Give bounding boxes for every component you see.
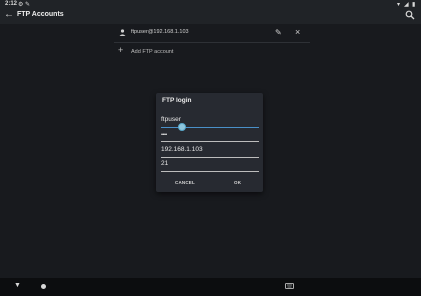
close-icon[interactable]: × xyxy=(295,27,300,37)
notification-icon: ✎ xyxy=(25,2,31,8)
app-bar: ← FTP Accounts xyxy=(0,8,421,24)
username-value: ftpuser xyxy=(161,116,181,123)
port-value: 21 xyxy=(161,160,169,167)
divider xyxy=(114,42,310,43)
signal-icon: ◢ xyxy=(404,2,409,8)
page-title: FTP Accounts xyxy=(17,11,64,18)
navigation-bar: ▼ xyxy=(0,278,421,296)
battery-icon: ▮ xyxy=(412,2,416,8)
username-field[interactable]: ftpuser xyxy=(161,116,259,131)
settings-icon: ⚙ xyxy=(18,2,24,8)
edit-icon[interactable]: ✎ xyxy=(275,28,282,37)
arrow-back-icon[interactable]: ← xyxy=(4,9,14,20)
add-account-label: Add FTP account xyxy=(131,49,174,55)
status-time: 2:12 xyxy=(5,1,18,7)
host-field[interactable]: 192.168.1.103 xyxy=(161,146,259,158)
ftp-login-dialog: FTP login ftpuser •••• 192.168.1.103 21 … xyxy=(156,93,263,192)
person-icon xyxy=(119,29,126,36)
add-account-row[interactable]: + Add FTP account xyxy=(114,45,310,59)
username-underline xyxy=(161,127,259,128)
account-row[interactable]: ftpuser@192.168.1.103 ✎ × xyxy=(114,25,310,41)
dialog-title: FTP login xyxy=(162,97,192,104)
cancel-button[interactable]: CANCEL xyxy=(175,180,195,185)
password-underline xyxy=(161,141,259,142)
port-underline xyxy=(161,171,259,172)
wifi-icon: ▾ xyxy=(397,2,401,8)
password-value: •••• xyxy=(161,132,167,138)
host-value: 192.168.1.103 xyxy=(161,146,203,153)
plus-icon: + xyxy=(118,45,124,55)
nav-home-icon[interactable] xyxy=(41,284,46,289)
host-underline xyxy=(161,157,259,158)
password-field[interactable]: •••• xyxy=(161,130,259,142)
ok-button[interactable]: OK xyxy=(234,180,241,185)
nav-back-icon[interactable]: ▼ xyxy=(14,282,21,289)
port-field[interactable]: 21 xyxy=(161,160,259,172)
search-icon[interactable] xyxy=(405,10,415,20)
status-bar: 2:12 ⚙ ✎ ▾ ◢ ▮ xyxy=(0,0,421,8)
account-label: ftpuser@192.168.1.103 xyxy=(131,29,189,35)
keyboard-icon[interactable] xyxy=(285,283,294,289)
